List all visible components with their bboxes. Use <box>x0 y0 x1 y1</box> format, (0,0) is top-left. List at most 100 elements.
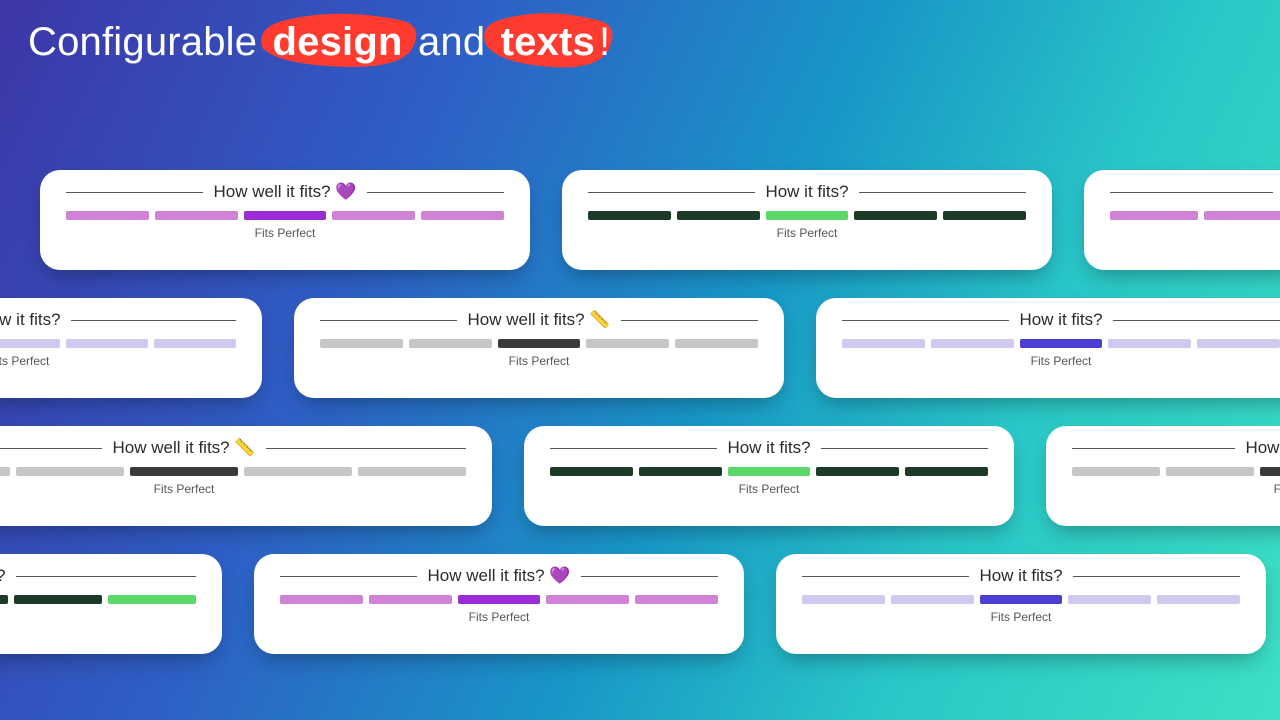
fit-scale-segment <box>0 595 8 604</box>
fit-caption: Fits Perfect <box>0 354 49 368</box>
highlight-texts: texts <box>497 20 599 65</box>
hero-text-3: ! <box>599 20 610 64</box>
fit-scale-segment <box>108 595 196 604</box>
fit-scale-segment <box>943 211 1026 220</box>
rule-left <box>802 576 969 577</box>
rule-left <box>280 576 417 577</box>
card-title: How it fits? <box>765 182 848 202</box>
rule-left <box>320 320 457 321</box>
fit-scale-segment <box>409 339 492 348</box>
rule-right <box>71 320 236 321</box>
fit-card: How well it fits?Fits Perfect <box>1084 170 1280 270</box>
rule-right <box>266 448 466 449</box>
card-title-row: How it fits? <box>0 310 236 330</box>
fit-scale <box>588 211 1026 220</box>
fit-scale <box>550 467 988 476</box>
rule-right <box>859 192 1026 193</box>
fit-scale-segment <box>1110 211 1198 220</box>
fit-scale-segment <box>154 339 236 348</box>
fit-caption: Fits Perfect <box>777 226 838 240</box>
fit-scale-segment <box>369 595 452 604</box>
hero-heading: Configurable design and texts ! <box>28 20 610 90</box>
highlight-design: design <box>269 20 407 65</box>
card-title-row: How well it fits? <box>1072 438 1280 458</box>
card-title: How it fits? <box>979 566 1062 586</box>
fit-scale-segment <box>14 595 102 604</box>
rule-right <box>367 192 504 193</box>
fit-scale-segment <box>1020 339 1103 348</box>
fit-caption: Fits Perfect <box>255 226 316 240</box>
fit-scale <box>320 339 758 348</box>
fit-scale-segment <box>244 211 327 220</box>
rule-right <box>16 576 196 577</box>
fit-scale <box>280 595 718 604</box>
fit-scale-segment <box>0 467 10 476</box>
fit-scale-segment <box>842 339 925 348</box>
fit-scale-segment <box>550 467 633 476</box>
fit-scale-segment <box>458 595 541 604</box>
card-title-row: How it fits? <box>842 310 1280 330</box>
card-rows: How well it fits? 💜 Fits Perfect How it fi… <box>0 170 1280 720</box>
fit-scale-segment <box>854 211 937 220</box>
card-title-row: How well it fits? 📏 <box>320 310 758 330</box>
fit-scale <box>0 595 196 604</box>
fit-scale-segment <box>677 211 760 220</box>
fit-scale-segment <box>0 339 60 348</box>
fit-scale-segment <box>421 211 504 220</box>
card-title: How it fits? <box>1019 310 1102 330</box>
rule-right <box>1113 320 1280 321</box>
fit-card: How well it fits? Fits Perfect <box>1046 426 1280 526</box>
rule-left <box>842 320 1009 321</box>
fit-caption: Fits Perfect <box>1031 354 1092 368</box>
rule-left <box>1072 448 1235 449</box>
card-title: How well it fits? <box>1245 438 1280 458</box>
fit-scale-segment <box>1108 339 1191 348</box>
hero-text-1: Configurable <box>28 20 269 64</box>
card-title-row: How it fits? <box>550 438 988 458</box>
rule-left <box>0 448 102 449</box>
fit-card: How it fits?Fits Perfect <box>776 554 1266 654</box>
fit-scale-segment <box>1157 595 1240 604</box>
highlight-design-text: design <box>273 20 403 64</box>
fit-scale-segment <box>320 339 403 348</box>
highlight-texts-text: texts <box>501 20 595 64</box>
fit-card: How it fits?Fits Perfect <box>524 426 1014 526</box>
fit-scale-segment <box>728 467 811 476</box>
fit-scale <box>0 339 236 348</box>
fit-caption: Fits Perfect <box>509 354 570 368</box>
fit-caption: Fits Perfect <box>154 482 215 496</box>
fit-scale-segment <box>498 339 581 348</box>
fit-scale-segment <box>1204 211 1280 220</box>
fit-scale-segment <box>980 595 1063 604</box>
fit-scale-segment <box>639 467 722 476</box>
card-title: How well it fits? 📏 <box>467 310 610 330</box>
fit-scale-segment <box>546 595 629 604</box>
fit-scale <box>1072 467 1280 476</box>
rule-right <box>821 448 988 449</box>
fit-card: How it fits? Fits Perfect <box>562 170 1052 270</box>
card-title: How it fits? <box>0 566 6 586</box>
fit-caption: Fits Perfect <box>469 610 530 624</box>
card-title-row: How it fits? <box>588 182 1026 202</box>
fit-scale-segment <box>905 467 988 476</box>
fit-caption: Fits Perfect <box>1274 482 1280 496</box>
rule-left <box>66 192 203 193</box>
fit-scale-segment <box>332 211 415 220</box>
card-title-row: How it fits? <box>0 566 196 586</box>
fit-scale-segment <box>1197 339 1280 348</box>
fit-scale-segment <box>280 595 363 604</box>
card-title-row: How well it fits? <box>1110 182 1280 202</box>
fit-card: How well it fits? 📏Fits Perfect <box>0 426 492 526</box>
fit-scale-segment <box>802 595 885 604</box>
fit-scale-segment <box>244 467 352 476</box>
fit-scale-segment <box>66 339 148 348</box>
fit-scale-segment <box>1072 467 1160 476</box>
fit-scale <box>802 595 1240 604</box>
fit-scale <box>1110 211 1280 220</box>
fit-scale <box>842 339 1280 348</box>
card-title-row: How it fits? <box>802 566 1240 586</box>
fit-card: How well it fits? 📏 Fits Perfect <box>294 298 784 398</box>
card-title: How well it fits? 💜 <box>427 566 570 586</box>
fit-scale-segment <box>586 339 669 348</box>
rule-right <box>581 576 718 577</box>
